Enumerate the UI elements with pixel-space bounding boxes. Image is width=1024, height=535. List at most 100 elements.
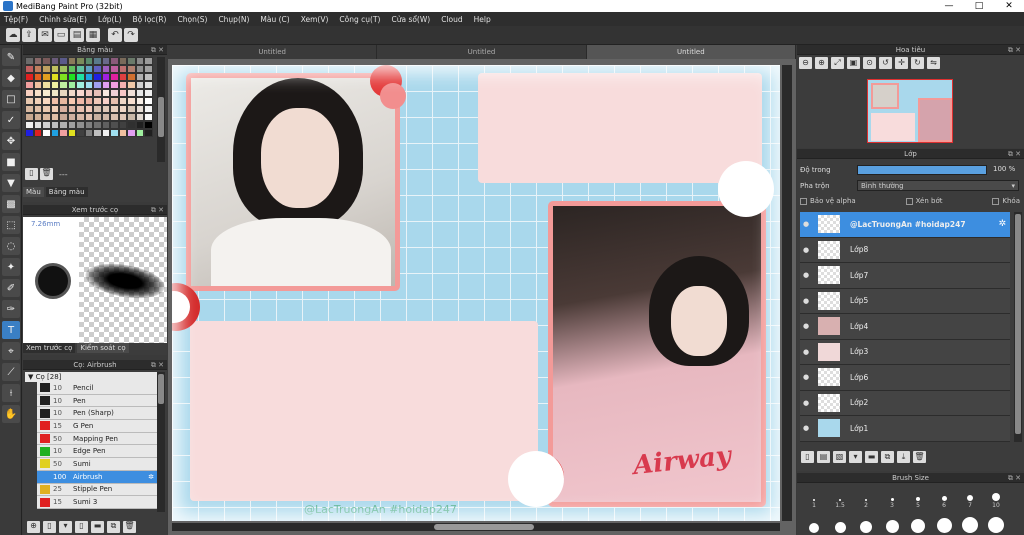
color-swatch[interactable] [144,105,153,113]
color-swatch[interactable] [76,57,85,65]
color-swatch[interactable] [101,89,110,97]
menu-select[interactable]: Chọn(S) [177,15,207,24]
color-swatch[interactable] [84,65,93,73]
layer-row[interactable]: ● @LacTruongAn #hoidap247 ✲ [800,212,1010,238]
color-swatch[interactable] [25,105,34,113]
brush-size-cell-large[interactable] [853,509,879,533]
menu-file[interactable]: Tệp(F) [4,15,28,24]
merge-down-icon[interactable]: ⤓ [897,451,910,463]
color-swatch[interactable] [144,89,153,97]
color-swatch[interactable] [50,57,59,65]
color-swatch[interactable] [50,89,59,97]
color-swatch[interactable] [101,113,110,121]
eyedropper-icon[interactable]: ⟊ [2,384,20,402]
brush-size-cell[interactable]: 10 [983,485,1009,509]
brush-size-cell[interactable]: 6 [931,485,957,509]
color-swatch[interactable] [101,73,110,81]
new-palette-icon[interactable]: ▯ [25,168,38,180]
brush-item[interactable]: 10 Pen (Sharp) [37,407,157,421]
color-swatch[interactable] [50,129,59,137]
tab-palette[interactable]: Bảng màu [45,187,88,197]
menu-cloud[interactable]: Cloud [441,15,462,24]
brush-size-cell-large[interactable] [905,509,931,533]
brush-menu-icon[interactable]: ▾ [59,521,72,533]
brush-duplicate-icon[interactable]: ⧉ [107,521,120,533]
color-swatch[interactable] [144,97,153,105]
color-swatch[interactable] [135,73,144,81]
color-swatch[interactable] [110,57,119,65]
visibility-eye-icon[interactable]: ● [800,399,812,407]
color-swatch[interactable] [50,105,59,113]
text-tool-icon[interactable]: T [2,321,20,339]
color-swatch[interactable] [118,121,127,129]
protect-alpha-checkbox[interactable]: Bảo vệ alpha [800,197,856,205]
color-swatch[interactable] [67,65,76,73]
fill-shape-icon[interactable]: ■ [2,153,20,171]
color-swatch[interactable] [67,129,76,137]
canvas-vertical-scrollbar[interactable] [782,65,792,521]
color-swatch[interactable] [42,89,51,97]
color-swatch[interactable] [25,57,34,65]
color-swatch[interactable] [42,81,51,89]
color-swatch[interactable] [127,105,136,113]
brush-size-cell-large[interactable] [827,509,853,533]
color-swatch[interactable] [67,97,76,105]
color-swatch[interactable] [76,129,85,137]
layer-folder-icon[interactable]: ▬ [865,451,878,463]
color-swatch[interactable] [93,97,102,105]
color-swatch[interactable] [84,121,93,129]
color-swatch[interactable] [25,97,34,105]
color-swatch[interactable] [33,81,42,89]
color-swatch[interactable] [42,129,51,137]
color-swatch-grid[interactable] [25,57,153,137]
color-swatch[interactable] [33,97,42,105]
brush-size-cell-large[interactable] [983,509,1009,533]
color-swatch[interactable] [84,81,93,89]
visibility-eye-icon[interactable]: ● [800,348,812,356]
rect-select-icon[interactable]: ⬚ [2,216,20,234]
lasso-select-icon[interactable]: ◌ [2,237,20,255]
color-swatch[interactable] [25,81,34,89]
eraser-tool-icon[interactable]: ◆ [2,69,20,87]
zoom-out-icon[interactable]: ⊖ [799,57,812,69]
color-swatch[interactable] [144,113,153,121]
color-swatch[interactable] [33,105,42,113]
visibility-eye-icon[interactable]: ● [800,297,812,305]
brush-item[interactable]: 25 Stipple Pen [37,483,157,497]
add-brush-icon[interactable]: ⊕ [27,521,40,533]
color-swatch[interactable] [127,113,136,121]
layers-scrollbar[interactable] [1014,212,1022,442]
color-swatch[interactable] [110,97,119,105]
color-swatch[interactable] [135,65,144,73]
color-swatch[interactable] [59,105,68,113]
brush-size-cell-large[interactable] [957,509,983,533]
flip-icon[interactable]: ⇋ [927,57,940,69]
menu-edit[interactable]: Chỉnh sửa(E) [39,15,87,24]
color-swatch[interactable] [135,81,144,89]
color-swatch[interactable] [33,121,42,129]
color-swatch[interactable] [67,57,76,65]
blend-mode-select[interactable]: Bình thường [857,180,1019,191]
color-swatch[interactable] [101,129,110,137]
color-swatch[interactable] [135,129,144,137]
fit-icon[interactable]: ⤢ [831,57,844,69]
brush-size-cell-large[interactable] [879,509,905,533]
color-swatch[interactable] [59,113,68,121]
layer-row[interactable]: ● Lớp8 [800,237,1010,263]
doc-tab-1[interactable]: Untitled [168,45,378,59]
visibility-eye-icon[interactable]: ● [800,271,812,279]
move-tool-icon[interactable]: ✥ [2,132,20,150]
visibility-eye-icon[interactable]: ● [800,322,812,330]
menu-capture[interactable]: Chụp(N) [218,15,249,24]
color-swatch[interactable] [42,113,51,121]
color-swatch[interactable] [101,57,110,65]
close-button[interactable]: ✕ [994,1,1024,11]
color-swatch[interactable] [118,97,127,105]
color-swatch[interactable] [42,57,51,65]
grid-icon[interactable]: ▦ [86,28,100,42]
color-swatch[interactable] [42,105,51,113]
color-swatch[interactable] [144,129,153,137]
color-swatch[interactable] [93,89,102,97]
page-icon[interactable]: ▤ [70,28,84,42]
color-swatch[interactable] [59,81,68,89]
